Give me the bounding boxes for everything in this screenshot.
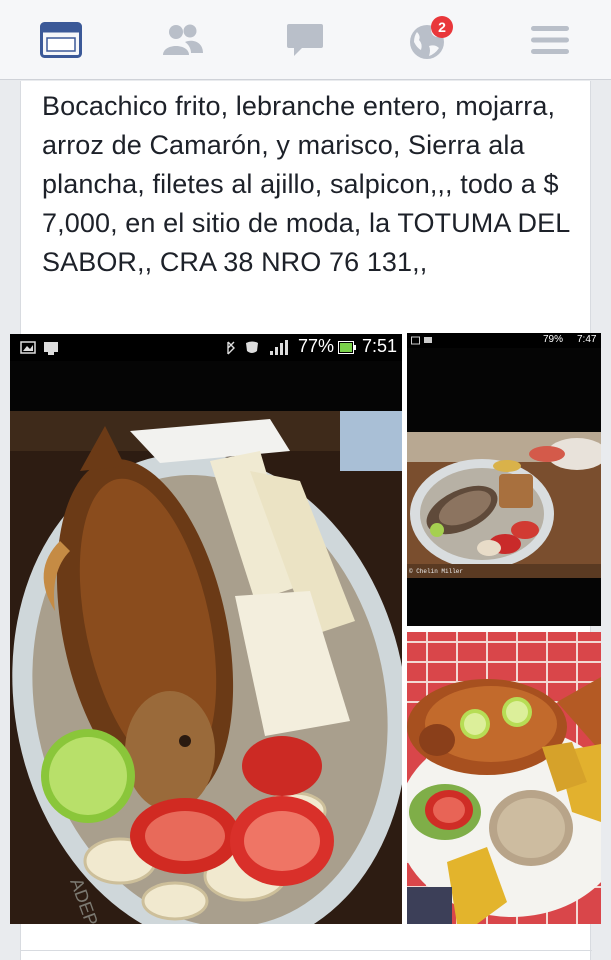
post-actions-strip bbox=[21, 950, 592, 960]
notification-count-badge: 2 bbox=[431, 16, 453, 38]
fish-plate-image: © Chelin Miller bbox=[407, 432, 601, 578]
photo-fried-fish[interactable]: 77% 7:51 bbox=[10, 334, 402, 924]
status-time-small: 7:47 bbox=[577, 334, 597, 345]
photo-fish-plate-top-right[interactable]: 79% 7:47 © Chelin Miller bbox=[407, 333, 601, 626]
messages-tab[interactable] bbox=[279, 14, 331, 66]
messages-icon bbox=[287, 24, 323, 56]
status-notification-icons-small bbox=[411, 336, 432, 345]
top-navbar: 2 bbox=[0, 0, 611, 80]
friends-icon bbox=[163, 24, 203, 55]
post-card: Bocachico frito, lebranche entero, mojar… bbox=[10, 81, 601, 960]
status-battery-percent: 77% bbox=[298, 336, 335, 356]
fried-fish-image: ADEPESCA bbox=[10, 411, 402, 924]
mojarra-plate-image bbox=[407, 632, 601, 924]
news-feed-icon bbox=[40, 22, 82, 58]
status-time: 7:51 bbox=[362, 336, 398, 356]
status-battery-percent-small: 79% bbox=[543, 334, 564, 345]
friends-tab[interactable] bbox=[157, 14, 209, 66]
battery-icon bbox=[338, 341, 356, 354]
menu-icon bbox=[531, 26, 569, 54]
menu-tab[interactable] bbox=[524, 14, 576, 66]
phone-status-bar: 77% 7:51 bbox=[10, 334, 402, 361]
post-text: Bocachico frito, lebranche entero, mojar… bbox=[42, 91, 570, 277]
photo-watermark: © Chelin Miller bbox=[409, 568, 463, 575]
phone-status-bar-small: 79% 7:47 bbox=[407, 333, 601, 348]
photo-mojarra-plate[interactable] bbox=[407, 632, 601, 924]
notifications-tab[interactable]: 2 bbox=[401, 14, 453, 66]
status-notification-icons bbox=[20, 341, 58, 355]
news-feed-tab[interactable] bbox=[35, 14, 87, 66]
status-signal-icons bbox=[227, 340, 288, 355]
